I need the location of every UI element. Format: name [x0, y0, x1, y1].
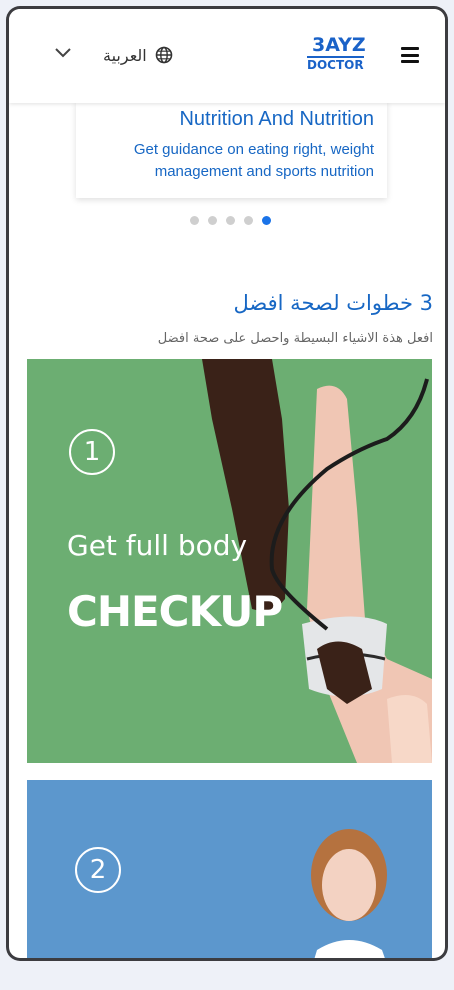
carousel-dot-1[interactable]: [190, 216, 199, 225]
carousel-dots: [190, 216, 271, 225]
section-title: 3 خطوات لصحة افضل: [233, 291, 433, 315]
step-1-line2: CHECKUP: [67, 587, 283, 636]
brand-logo[interactable]: 3AYZ DOCTOR: [307, 36, 367, 74]
hamburger-menu-icon[interactable]: [401, 47, 419, 63]
device-frame: العربية 3AYZ DOCTOR Nutrition And Nutrit…: [6, 6, 448, 961]
carousel-dot-3[interactable]: [226, 216, 235, 225]
globe-icon: [155, 46, 173, 64]
card-description: Get guidance on eating right, weight man…: [133, 141, 374, 180]
service-card[interactable]: Nutrition And Nutrition Get guidance on …: [76, 101, 387, 198]
language-switcher[interactable]: العربية: [103, 45, 173, 65]
language-label: العربية: [103, 45, 147, 65]
section-subtitle: افعل هذة الاشياء البسيطة واحصل على صحة ا…: [157, 331, 433, 346]
carousel-dot-2[interactable]: [208, 216, 217, 225]
logo-top-text: 3AYZ: [312, 34, 366, 56]
carousel-dot-5-active[interactable]: [262, 216, 271, 225]
top-navbar: العربية 3AYZ DOCTOR: [9, 9, 445, 103]
step-1-image: 1 Get full body CHECKUP: [27, 359, 432, 763]
step-number-badge: 1: [69, 429, 115, 475]
logo-bottom-text: DOCTOR: [307, 56, 364, 72]
step-2-image: 2: [27, 780, 432, 958]
carousel-dot-4[interactable]: [244, 216, 253, 225]
step-1-line1: Get full body: [67, 529, 248, 562]
card-title: Nutrition And Nutrition: [179, 108, 374, 130]
screen: العربية 3AYZ DOCTOR Nutrition And Nutrit…: [9, 9, 445, 958]
step-number-badge: 2: [75, 847, 121, 893]
chevron-down-icon[interactable]: [53, 45, 73, 61]
